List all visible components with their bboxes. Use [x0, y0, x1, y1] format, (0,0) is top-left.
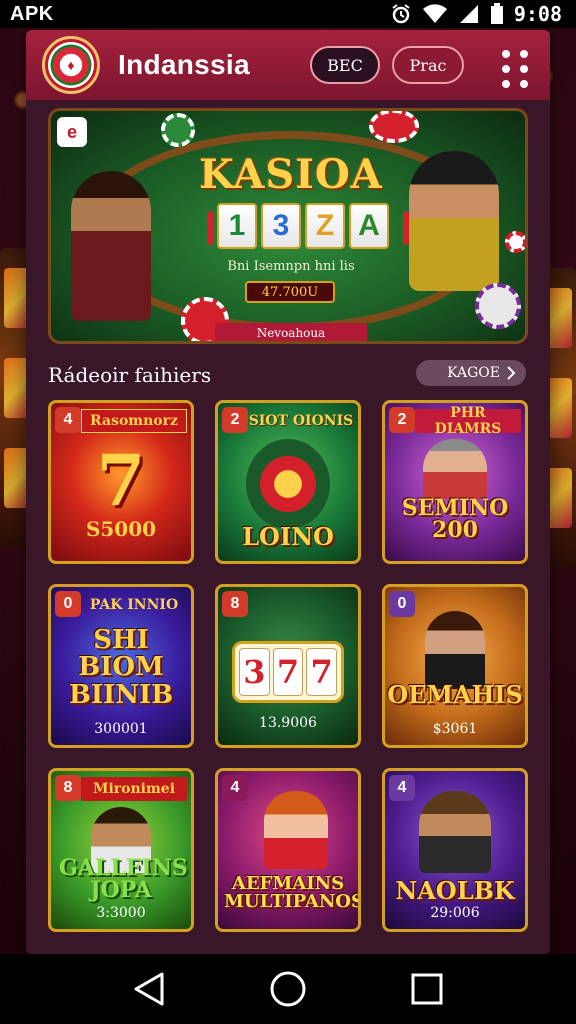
promo-corner-icon: e [57, 117, 87, 147]
header-button-left[interactable]: BEC [310, 46, 380, 84]
game-card[interactable]: 8 Mironimei GALLFINS JOPA 3:3000 [48, 768, 194, 932]
game-title: LOINO [242, 522, 334, 551]
app-header: ♦ Indanssia BEC Prac [26, 30, 550, 100]
game-badge: 2 [222, 407, 248, 433]
slot-reel: 3 [239, 648, 270, 696]
header-button-right[interactable]: Prac [392, 46, 464, 84]
game-title: AEFMAINS MULTIPANOS [224, 873, 361, 912]
game-card[interactable]: 4 NAOLBK 29:006 [382, 768, 528, 932]
hero-tile: Z [305, 203, 345, 249]
game-badge: 4 [222, 775, 248, 801]
game-badge: 4 [55, 407, 81, 433]
game-title: SEMINO 200 [401, 495, 509, 543]
game-card[interactable]: 0 PAK INNIO SHI BIOM BIINIB 300001 [48, 584, 194, 748]
menu-dots-icon[interactable] [496, 45, 536, 88]
hero-bar-left [207, 211, 213, 245]
hero-tile: A [349, 203, 389, 249]
back-icon[interactable] [127, 967, 171, 1011]
app-title: Indanssia [118, 49, 250, 80]
system-navbar [0, 954, 576, 1024]
game-badge: 8 [222, 591, 248, 617]
character-art [419, 791, 491, 873]
game-badge: 4 [389, 775, 415, 801]
game-card[interactable]: 8 3 7 7 13.9006 [215, 584, 361, 748]
status-icons: 9:08 [390, 2, 562, 26]
hero-amount: 47.700U [245, 281, 335, 303]
game-badge: 0 [55, 591, 81, 617]
game-banner: SIOT OIONIS [248, 413, 354, 429]
game-card[interactable]: 2 PHR DIAMRS SEMINO 200 [382, 400, 528, 564]
game-prize: 3:3000 [96, 905, 146, 921]
game-title: NAOLBK [395, 876, 515, 905]
slot-reel: 7 [306, 648, 338, 696]
recents-icon[interactable] [405, 967, 449, 1011]
game-prize: 300001 [94, 721, 148, 737]
roulette-icon [246, 439, 330, 529]
character-art [423, 439, 487, 499]
carrier-label: APK [10, 2, 54, 25]
hero-subtitle: Bni Isemnpn hni lis [227, 259, 355, 274]
hero-banner[interactable]: e KASIOA 1 3 Z A Bni Isemnpn hni lis 47.… [48, 108, 528, 344]
section-title: Rádeoir faihiers [48, 363, 212, 387]
game-badge: 8 [55, 775, 81, 801]
game-badge: 2 [389, 407, 415, 433]
game-banner: PHR DIAMRS [415, 405, 521, 437]
chevron-right-icon [507, 366, 516, 380]
hero-tile: 3 [261, 203, 301, 249]
game-card[interactable]: 4 Rasomnorz 7 S5000 [48, 400, 194, 564]
game-banner: PAK INNIO [89, 597, 179, 613]
wifi-icon [422, 4, 447, 23]
game-card[interactable]: 2 SIOT OIONIS LOINO [215, 400, 361, 564]
slot-reels: 3 7 7 [232, 641, 344, 703]
game-prize: 13.9006 [259, 715, 317, 731]
game-title: GALLFINS JOPA [59, 855, 188, 903]
game-banner: Mironimei [81, 777, 187, 801]
hero-bar-right [403, 211, 409, 245]
game-card[interactable]: 4 AEFMAINS MULTIPANOS [215, 768, 361, 932]
hero-tile: 1 [217, 203, 257, 249]
alarm-icon [392, 4, 410, 24]
game-title: SHI BIOM BIINIB [68, 625, 174, 710]
game-banner: Rasomnorz [81, 409, 187, 433]
poker-chip-icon [161, 113, 195, 147]
character-art [425, 611, 485, 689]
signal-icon [459, 5, 478, 23]
character-art [264, 791, 328, 869]
slot-reel: 7 [272, 648, 304, 696]
see-all-label: KAGOE [447, 365, 500, 381]
hero-tiles: 1 3 Z A [217, 203, 389, 249]
header-actions: BEC Prac [310, 45, 536, 88]
hero-logo-text: KASIOA [199, 151, 383, 198]
app-panel: ♦ Indanssia BEC Prac e KASIOA 1 3 Z A Bn… [26, 30, 550, 954]
battery-icon [490, 3, 503, 24]
poker-chip-icon [505, 231, 525, 253]
game-prize: 29:006 [430, 905, 480, 921]
poker-chip-icon [369, 111, 419, 143]
game-badge: 0 [389, 591, 415, 617]
game-prize: S5000 [85, 517, 157, 541]
see-all-button[interactable]: KAGOE [416, 360, 526, 386]
game-grid: 4 Rasomnorz 7 S5000 2 SIOT OIONIS LOINO … [48, 400, 528, 932]
game-title: OEMAHIS [387, 680, 523, 709]
status-bar: APK 9:08 [0, 0, 576, 28]
poker-chip-icon [475, 283, 521, 329]
casino-chip-logo-icon[interactable]: ♦ [42, 36, 100, 94]
game-card[interactable]: 0 OEMAHIS $3061 [382, 584, 528, 748]
game-prize: $3061 [432, 721, 478, 737]
home-icon[interactable] [266, 967, 310, 1011]
lucky-seven-icon: 7 [96, 439, 146, 522]
hero-cta-button[interactable]: Nevoahoua [215, 323, 367, 341]
clock: 9:08 [513, 2, 562, 26]
